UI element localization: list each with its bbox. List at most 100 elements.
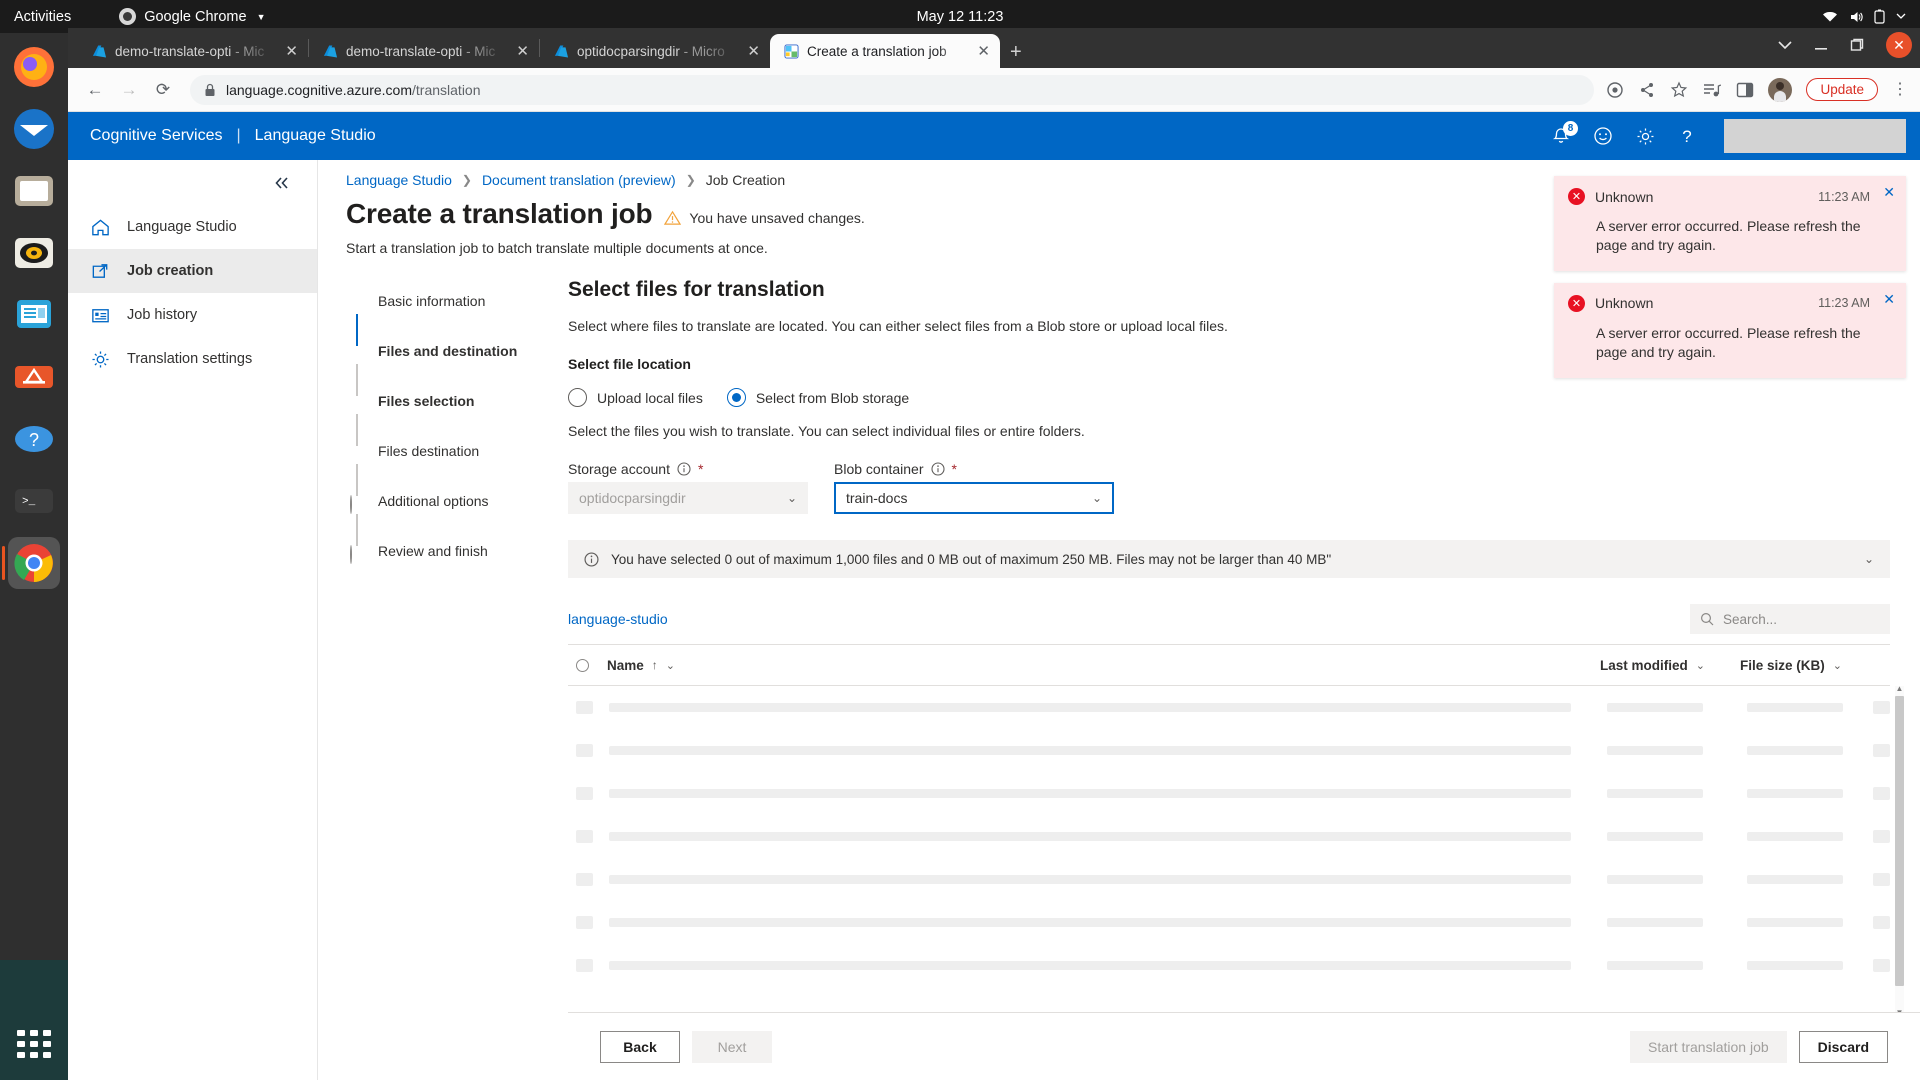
dock-item-software[interactable] xyxy=(8,351,60,403)
chevron-down-icon[interactable]: ⌄ xyxy=(1864,552,1874,566)
browser-tab-2[interactable]: demo-translate-opti - Mic ✕ xyxy=(309,34,539,68)
chevron-down-icon: ⌄ xyxy=(786,491,797,505)
forward-button[interactable]: → xyxy=(114,75,144,105)
close-icon[interactable]: ✕ xyxy=(1883,291,1895,308)
close-icon[interactable]: ✕ xyxy=(1883,184,1895,201)
next-button[interactable]: Next xyxy=(692,1030,772,1063)
chevron-down-icon[interactable] xyxy=(1778,40,1792,50)
reload-button[interactable]: ⟳ xyxy=(148,75,178,105)
close-icon[interactable]: ✕ xyxy=(285,44,298,59)
files-icon xyxy=(15,176,53,206)
header-separator: | xyxy=(236,127,241,144)
wizard-step-review-and-finish[interactable]: Review and finish xyxy=(350,542,568,592)
minimize-icon[interactable] xyxy=(1814,39,1828,51)
sidebar-item-job-creation[interactable]: Job creation xyxy=(68,249,317,293)
column-header-name[interactable]: Name ↑ ⌄ xyxy=(607,658,1600,673)
active-app-menu[interactable]: Google Chrome ▼ xyxy=(119,8,266,25)
dock-item-help[interactable]: ? xyxy=(8,413,60,465)
blob-breadcrumb-root[interactable]: language-studio xyxy=(568,611,668,627)
discard-button[interactable]: Discard xyxy=(1798,1030,1888,1063)
select-all-radio[interactable] xyxy=(576,658,589,672)
back-button[interactable]: ← xyxy=(80,75,110,105)
dock-item-files[interactable] xyxy=(8,165,60,217)
breadcrumb-separator: ❯ xyxy=(461,173,472,187)
close-icon[interactable]: ✕ xyxy=(516,44,529,59)
wizard-step-basic-information[interactable]: Basic information xyxy=(350,292,568,346)
close-icon[interactable]: ✕ xyxy=(747,44,760,59)
radio-upload-local-files[interactable]: Upload local files xyxy=(568,388,703,407)
address-bar[interactable]: language.cognitive.azure.com/translation xyxy=(190,74,1595,105)
table-scrollbar-thumb[interactable] xyxy=(1895,696,1904,986)
dock-item-firefox[interactable] xyxy=(8,41,60,93)
bookmark-star-icon[interactable] xyxy=(1670,81,1688,99)
collapse-nav-button[interactable] xyxy=(68,170,317,205)
sidebar-item-job-history[interactable]: Job history xyxy=(68,293,317,337)
maximize-icon[interactable] xyxy=(1850,38,1864,52)
help-button[interactable]: ? xyxy=(1676,125,1698,147)
wizard-step-files-selection[interactable]: Files selection xyxy=(350,392,568,446)
update-button[interactable]: Update xyxy=(1806,78,1878,101)
sort-ascending-icon: ↑ xyxy=(651,658,658,672)
column-header-last-modified[interactable]: Last modified ⌄ xyxy=(1600,658,1740,673)
tab-title: optidocparsingdir - Micro xyxy=(577,43,725,59)
storage-account-dropdown[interactable]: optidocparsingdir ⌄ xyxy=(568,482,808,514)
azure-icon xyxy=(323,45,338,57)
wizard-step-files-and-destination[interactable]: Files and destination xyxy=(350,342,568,396)
chrome-menu-button[interactable]: ⋮ xyxy=(1892,81,1908,98)
radio-select-from-blob-storage[interactable]: Select from Blob storage xyxy=(726,388,910,407)
back-button[interactable]: Back xyxy=(600,1030,680,1063)
share-icon[interactable] xyxy=(1638,81,1656,99)
breadcrumb-item-1[interactable]: Document translation (preview) xyxy=(482,172,676,188)
unsaved-changes-indicator: You have unsaved changes. xyxy=(664,210,865,230)
wizard-step-additional-options[interactable]: Additional options xyxy=(350,492,568,546)
browser-tab-1[interactable]: demo-translate-opti - Mic ✕ xyxy=(78,34,308,68)
scroll-up-icon[interactable]: ▲ xyxy=(1895,684,1904,693)
browser-tab-3[interactable]: optidocparsingdir - Micro ✕ xyxy=(540,34,770,68)
storage-account-label: Storage account xyxy=(568,461,670,477)
battery-icon xyxy=(1874,9,1885,24)
studio-name[interactable]: Language Studio xyxy=(255,127,376,145)
settings-button[interactable] xyxy=(1634,125,1656,147)
notifications-button[interactable]: 8 xyxy=(1550,121,1578,147)
radio-label: Select from Blob storage xyxy=(755,389,910,406)
start-translation-job-button[interactable]: Start translation job xyxy=(1630,1030,1787,1063)
close-icon[interactable]: ✕ xyxy=(977,44,990,59)
thunderbird-icon xyxy=(14,109,54,149)
dock-item-rhythmbox[interactable] xyxy=(8,227,60,279)
system-clock[interactable]: May 12 11:23 xyxy=(917,9,1004,25)
show-applications-button[interactable] xyxy=(8,1018,60,1070)
close-window-button[interactable]: ✕ xyxy=(1886,32,1912,58)
new-tab-button[interactable]: + xyxy=(1010,42,1022,62)
dock-item-chrome[interactable] xyxy=(2,537,60,589)
gear-icon xyxy=(92,350,109,368)
info-icon[interactable] xyxy=(677,462,691,476)
product-name[interactable]: Cognitive Services xyxy=(90,127,223,145)
dock-item-terminal[interactable]: >_ xyxy=(8,475,60,527)
blob-container-label-row: Blob container * xyxy=(834,461,1114,477)
blob-container-dropdown[interactable]: train-docs ⌄ xyxy=(834,482,1114,514)
google-lens-icon[interactable] xyxy=(1606,81,1624,99)
side-panel-icon[interactable] xyxy=(1736,81,1754,99)
sidebar-item-label: Job history xyxy=(127,307,198,323)
avatar[interactable] xyxy=(1768,77,1793,102)
search-input[interactable]: Search... xyxy=(1690,604,1890,634)
system-status-area[interactable] xyxy=(1822,9,1906,24)
wizard-step-files-destination[interactable]: Files destination xyxy=(350,442,568,496)
toast-timestamp: 11:23 AM xyxy=(1818,189,1870,204)
dock-item-libreoffice-writer[interactable] xyxy=(8,289,60,341)
feedback-button[interactable] xyxy=(1592,125,1614,147)
active-app-label: Google Chrome xyxy=(144,8,247,25)
ubuntu-dock: ? >_ xyxy=(0,33,68,1080)
reading-list-icon[interactable] xyxy=(1702,81,1722,99)
breadcrumb-item-0[interactable]: Language Studio xyxy=(346,172,452,188)
sidebar-item-language-studio[interactable]: Language Studio xyxy=(68,205,317,249)
info-icon[interactable] xyxy=(930,462,945,476)
job-creation-icon xyxy=(92,263,108,278)
browser-tab-4-active[interactable]: Create a translation job ✕ xyxy=(770,34,1000,68)
dock-item-thunderbird[interactable] xyxy=(8,103,60,155)
sidebar-item-translation-settings[interactable]: Translation settings xyxy=(68,337,317,381)
notification-badge: 8 xyxy=(1563,121,1578,136)
column-header-file-size[interactable]: File size (KB) ⌄ xyxy=(1740,658,1890,673)
activities-button[interactable]: Activities xyxy=(14,9,71,25)
radio-hint: Select the files you wish to translate. … xyxy=(568,423,1085,439)
